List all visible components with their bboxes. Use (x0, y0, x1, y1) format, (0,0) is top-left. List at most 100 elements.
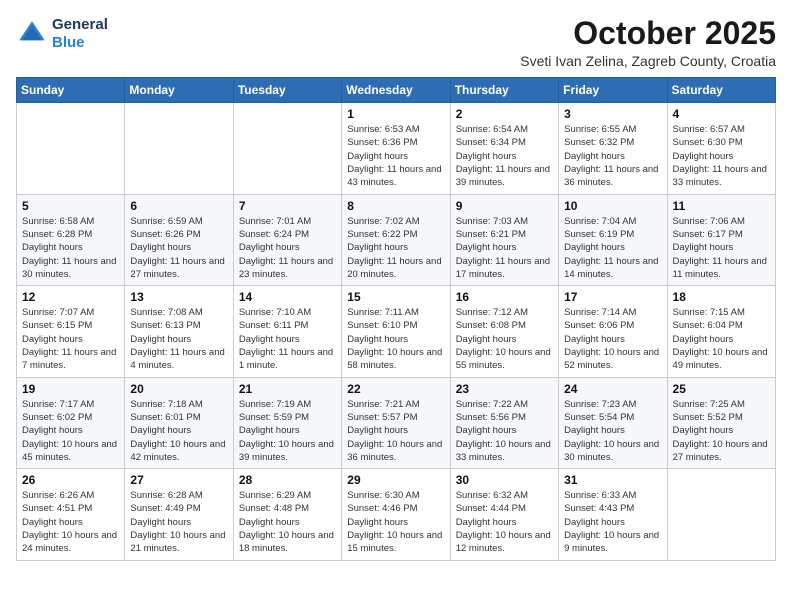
location-subtitle: Sveti Ivan Zelina, Zagreb County, Croati… (520, 53, 776, 69)
day-number: 10 (564, 199, 661, 213)
day-info: Sunrise: 6:32 AMSunset: 4:44 PMDaylight … (456, 489, 553, 555)
weekday-header-row: SundayMondayTuesdayWednesdayThursdayFrid… (17, 78, 776, 103)
day-info: Sunrise: 7:14 AMSunset: 6:06 PMDaylight … (564, 306, 661, 372)
calendar-cell: 17 Sunrise: 7:14 AMSunset: 6:06 PMDayligh… (559, 286, 667, 377)
calendar-cell: 9 Sunrise: 7:03 AMSunset: 6:21 PMDaylight… (450, 194, 558, 285)
day-number: 28 (239, 473, 336, 487)
day-number: 31 (564, 473, 661, 487)
calendar-week-row: 1 Sunrise: 6:53 AMSunset: 6:36 PMDaylight… (17, 103, 776, 194)
calendar-cell: 22 Sunrise: 7:21 AMSunset: 5:57 PMDayligh… (342, 377, 450, 468)
day-info: Sunrise: 7:08 AMSunset: 6:13 PMDaylight … (130, 306, 227, 372)
calendar-cell: 20Sunrise: 7:18 AMSunset: 6:01 PMDayligh… (125, 377, 233, 468)
day-info: Sunrise: 7:22 AMSunset: 5:56 PMDaylight … (456, 398, 553, 464)
day-info: Sunrise: 6:33 AMSunset: 4:43 PMDaylight … (564, 489, 661, 555)
day-info: Sunrise: 7:11 AMSunset: 6:10 PMDaylight … (347, 306, 444, 372)
day-number: 18 (673, 290, 770, 304)
calendar-week-row: 26Sunrise: 6:26 AMSunset: 4:51 PMDayligh… (17, 469, 776, 560)
calendar-week-row: 5 Sunrise: 6:58 AMSunset: 6:28 PMDaylight… (17, 194, 776, 285)
day-info: Sunrise: 6:53 AMSunset: 6:36 PMDaylight … (347, 123, 444, 189)
day-info: Sunrise: 7:21 AMSunset: 5:57 PMDaylight … (347, 398, 444, 464)
day-info: Sunrise: 6:58 AMSunset: 6:28 PMDaylight … (22, 215, 119, 281)
calendar-cell: 4Sunrise: 6:57 AMSunset: 6:30 PMDaylight… (667, 103, 775, 194)
calendar-cell (667, 469, 775, 560)
weekday-header-friday: Friday (559, 78, 667, 103)
day-number: 9 (456, 199, 553, 213)
weekday-header-tuesday: Tuesday (233, 78, 341, 103)
day-info: Sunrise: 7:03 AMSunset: 6:21 PMDaylight … (456, 215, 553, 281)
calendar-cell: 29 Sunrise: 6:30 AMSunset: 4:46 PMDayligh… (342, 469, 450, 560)
day-number: 22 (347, 382, 444, 396)
day-info: Sunrise: 7:23 AMSunset: 5:54 PMDaylight … (564, 398, 661, 464)
logo-icon (16, 18, 48, 50)
weekday-header-wednesday: Wednesday (342, 78, 450, 103)
day-number: 3 (564, 107, 661, 121)
day-info: Sunrise: 7:07 AMSunset: 6:15 PMDaylight … (22, 306, 119, 372)
logo-line1: General (52, 16, 108, 34)
day-number: 25 (673, 382, 770, 396)
day-number: 16 (456, 290, 553, 304)
day-number: 2 (456, 107, 553, 121)
day-number: 12 (22, 290, 119, 304)
calendar-cell (17, 103, 125, 194)
calendar-cell: 28 Sunrise: 6:29 AMSunset: 4:48 PMDayligh… (233, 469, 341, 560)
day-number: 6 (130, 199, 227, 213)
weekday-header-sunday: Sunday (17, 78, 125, 103)
calendar-cell: 8Sunrise: 7:02 AMSunset: 6:22 PMDaylight… (342, 194, 450, 285)
day-number: 27 (130, 473, 227, 487)
day-number: 23 (456, 382, 553, 396)
weekday-header-thursday: Thursday (450, 78, 558, 103)
calendar-cell: 18Sunrise: 7:15 AMSunset: 6:04 PMDayligh… (667, 286, 775, 377)
page-header: General Blue October 2025 Sveti Ivan Zel… (16, 16, 776, 69)
day-number: 11 (673, 199, 770, 213)
calendar-cell: 19Sunrise: 7:17 AMSunset: 6:02 PMDayligh… (17, 377, 125, 468)
logo-line2: Blue (52, 34, 108, 52)
day-info: Sunrise: 7:06 AMSunset: 6:17 PMDaylight … (673, 215, 770, 281)
day-number: 13 (130, 290, 227, 304)
day-number: 24 (564, 382, 661, 396)
day-info: Sunrise: 7:01 AMSunset: 6:24 PMDaylight … (239, 215, 336, 281)
calendar-cell: 1 Sunrise: 6:53 AMSunset: 6:36 PMDaylight… (342, 103, 450, 194)
day-number: 15 (347, 290, 444, 304)
calendar-cell: 7Sunrise: 7:01 AMSunset: 6:24 PMDaylight… (233, 194, 341, 285)
calendar-cell: 27 Sunrise: 6:28 AMSunset: 4:49 PMDayligh… (125, 469, 233, 560)
day-info: Sunrise: 7:10 AMSunset: 6:11 PMDaylight … (239, 306, 336, 372)
day-info: Sunrise: 6:29 AMSunset: 4:48 PMDaylight … (239, 489, 336, 555)
day-number: 29 (347, 473, 444, 487)
calendar-cell: 24 Sunrise: 7:23 AMSunset: 5:54 PMDayligh… (559, 377, 667, 468)
day-info: Sunrise: 6:59 AMSunset: 6:26 PMDaylight … (130, 215, 227, 281)
weekday-header-saturday: Saturday (667, 78, 775, 103)
day-info: Sunrise: 7:04 AMSunset: 6:19 PMDaylight … (564, 215, 661, 281)
month-title: October 2025 (520, 16, 776, 51)
calendar-cell: 2 Sunrise: 6:54 AMSunset: 6:34 PMDaylight… (450, 103, 558, 194)
title-section: October 2025 Sveti Ivan Zelina, Zagreb C… (520, 16, 776, 69)
calendar-cell (233, 103, 341, 194)
day-info: Sunrise: 6:28 AMSunset: 4:49 PMDaylight … (130, 489, 227, 555)
day-number: 5 (22, 199, 119, 213)
day-info: Sunrise: 6:55 AMSunset: 6:32 PMDaylight … (564, 123, 661, 189)
calendar-table: SundayMondayTuesdayWednesdayThursdayFrid… (16, 77, 776, 560)
day-number: 21 (239, 382, 336, 396)
day-info: Sunrise: 6:30 AMSunset: 4:46 PMDaylight … (347, 489, 444, 555)
day-info: Sunrise: 7:02 AMSunset: 6:22 PMDaylight … (347, 215, 444, 281)
day-number: 14 (239, 290, 336, 304)
calendar-week-row: 19Sunrise: 7:17 AMSunset: 6:02 PMDayligh… (17, 377, 776, 468)
day-number: 26 (22, 473, 119, 487)
day-number: 17 (564, 290, 661, 304)
calendar-cell: 3 Sunrise: 6:55 AMSunset: 6:32 PMDaylight… (559, 103, 667, 194)
day-number: 30 (456, 473, 553, 487)
day-info: Sunrise: 7:12 AMSunset: 6:08 PMDaylight … (456, 306, 553, 372)
calendar-cell: 15 Sunrise: 7:11 AMSunset: 6:10 PMDayligh… (342, 286, 450, 377)
calendar-cell: 31 Sunrise: 6:33 AMSunset: 4:43 PMDayligh… (559, 469, 667, 560)
day-info: Sunrise: 6:57 AMSunset: 6:30 PMDaylight … (673, 123, 770, 189)
day-number: 1 (347, 107, 444, 121)
calendar-cell: 5 Sunrise: 6:58 AMSunset: 6:28 PMDaylight… (17, 194, 125, 285)
calendar-cell: 6 Sunrise: 6:59 AMSunset: 6:26 PMDaylight… (125, 194, 233, 285)
calendar-week-row: 12 Sunrise: 7:07 AMSunset: 6:15 PMDayligh… (17, 286, 776, 377)
weekday-header-monday: Monday (125, 78, 233, 103)
calendar-cell: 13 Sunrise: 7:08 AMSunset: 6:13 PMDayligh… (125, 286, 233, 377)
logo: General Blue (16, 16, 108, 52)
calendar-cell: 10 Sunrise: 7:04 AMSunset: 6:19 PMDayligh… (559, 194, 667, 285)
calendar-cell: 12 Sunrise: 7:07 AMSunset: 6:15 PMDayligh… (17, 286, 125, 377)
day-info: Sunrise: 6:54 AMSunset: 6:34 PMDaylight … (456, 123, 553, 189)
day-info: Sunrise: 7:17 AMSunset: 6:02 PMDaylight … (22, 398, 119, 464)
